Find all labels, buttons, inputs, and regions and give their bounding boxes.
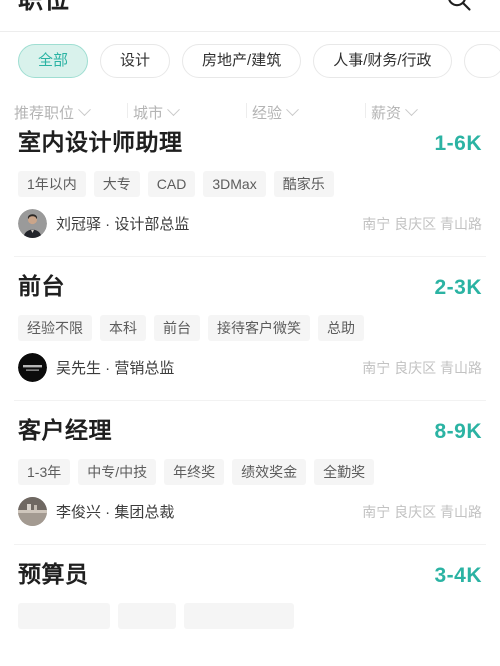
category-chip-all[interactable]: 全部 bbox=[18, 44, 89, 78]
job-tag-row: 经验不限 本科 前台 接待客户微笑 总助 bbox=[18, 315, 482, 341]
filter-label: 城市 bbox=[133, 104, 164, 122]
job-tag: 大专 bbox=[93, 171, 140, 197]
job-salary: 2-3K bbox=[434, 276, 482, 299]
filter-experience[interactable]: 经验 bbox=[246, 102, 371, 122]
filter-recommended-jobs[interactable]: 推荐职位 bbox=[14, 102, 133, 122]
job-location: 南宁 良庆区 青山路 bbox=[362, 503, 482, 520]
job-location: 南宁 良庆区 青山路 bbox=[362, 359, 482, 376]
job-tag: 1-3年 bbox=[18, 459, 71, 485]
job-tag-row bbox=[18, 603, 482, 629]
filter-salary[interactable]: 薪资 bbox=[365, 102, 490, 122]
job-title: 客户经理 bbox=[18, 417, 112, 443]
job-title: 室内设计师助理 bbox=[18, 129, 183, 155]
job-tag: CAD bbox=[147, 171, 196, 197]
category-chip-realestate[interactable]: 房地产/建筑 bbox=[182, 44, 302, 78]
category-chip-hr-finance-admin[interactable]: 人事/财务/行政 bbox=[313, 44, 452, 78]
job-footer: 刘冠驿 · 设计部总监 南宁 良庆区 青山路 bbox=[18, 209, 482, 256]
job-title: 前台 bbox=[18, 273, 65, 299]
job-footer: 李俊兴 · 集团总裁 南宁 良庆区 青山路 bbox=[18, 497, 482, 544]
job-tag: 酷家乐 bbox=[273, 171, 334, 197]
job-tag bbox=[184, 603, 294, 629]
recruiter[interactable]: 刘冠驿 · 设计部总监 bbox=[18, 209, 189, 238]
category-chip-overflow[interactable] bbox=[463, 44, 500, 78]
job-tag: 前台 bbox=[154, 315, 200, 341]
job-tag: 本科 bbox=[100, 315, 146, 341]
navbar: 职位 bbox=[0, 0, 500, 32]
job-salary: 3-4K bbox=[434, 564, 482, 587]
job-header: 客户经理 8-9K bbox=[18, 400, 482, 446]
chevron-down-icon bbox=[167, 102, 180, 116]
job-list-screen: 职位 全部 设计 房地产/建筑 人事/财务/行政 推荐职位 城市 经验 薪资 室… bbox=[0, 0, 500, 666]
job-tag: 经验不限 bbox=[18, 315, 92, 341]
recruiter[interactable]: 李俊兴 · 集团总裁 bbox=[18, 497, 174, 526]
job-footer: 吴先生 · 营销总监 南宁 良庆区 青山路 bbox=[18, 353, 482, 400]
job-tag: 年终奖 bbox=[164, 459, 225, 485]
chevron-down-icon bbox=[286, 102, 299, 116]
filter-row: 推荐职位 城市 经验 薪资 bbox=[0, 91, 500, 133]
filter-label: 经验 bbox=[252, 104, 283, 122]
category-chip-row[interactable]: 全部 设计 房地产/建筑 人事/财务/行政 bbox=[0, 32, 500, 91]
chevron-down-icon bbox=[405, 102, 418, 116]
job-tag bbox=[118, 603, 176, 629]
job-tag-row: 1年以内 大专 CAD 3DMax 酷家乐 bbox=[18, 171, 482, 197]
job-salary: 1-6K bbox=[434, 132, 482, 155]
job-card[interactable]: 客户经理 8-9K 1-3年 中专/中技 年终奖 绩效奖金 全勤奖 李俊兴 · … bbox=[0, 400, 500, 544]
filter-label: 推荐职位 bbox=[14, 104, 75, 122]
job-tag: 总助 bbox=[318, 315, 364, 341]
job-header: 室内设计师助理 1-6K bbox=[18, 128, 482, 158]
job-list: 室内设计师助理 1-6K 1年以内 大专 CAD 3DMax 酷家乐 刘冠驿 ·… bbox=[0, 128, 500, 629]
job-tag bbox=[18, 603, 110, 629]
job-location: 南宁 良庆区 青山路 bbox=[362, 215, 482, 232]
recruiter-name: 李俊兴 · 集团总裁 bbox=[56, 504, 175, 521]
person-photo-avatar bbox=[18, 209, 47, 238]
category-chip-design[interactable]: 设计 bbox=[100, 44, 171, 78]
search-icon[interactable] bbox=[442, 0, 476, 16]
job-card[interactable]: 前台 2-3K 经验不限 本科 前台 接待客户微笑 总助 吴先生 · 营销总监 … bbox=[0, 256, 500, 400]
job-tag: 全勤奖 bbox=[314, 459, 375, 485]
filter-label: 薪资 bbox=[371, 104, 402, 122]
filter-city[interactable]: 城市 bbox=[127, 102, 252, 122]
job-title: 预算员 bbox=[18, 561, 89, 587]
recruiter[interactable]: 吴先生 · 营销总监 bbox=[18, 353, 174, 382]
job-tag-row: 1-3年 中专/中技 年终奖 绩效奖金 全勤奖 bbox=[18, 459, 482, 485]
logo-dark-avatar bbox=[18, 353, 47, 382]
chevron-down-icon bbox=[78, 102, 91, 116]
job-tag: 绩效奖金 bbox=[232, 459, 307, 485]
job-tag: 接待客户微笑 bbox=[208, 315, 310, 341]
job-tag: 中专/中技 bbox=[78, 459, 157, 485]
job-header: 前台 2-3K bbox=[18, 256, 482, 302]
job-salary: 8-9K bbox=[434, 420, 482, 443]
job-card[interactable]: 预算员 3-4K bbox=[0, 544, 500, 629]
interior-photo-avatar bbox=[18, 497, 47, 526]
job-tag: 1年以内 bbox=[18, 171, 86, 197]
job-header: 预算员 3-4K bbox=[18, 544, 482, 590]
job-card[interactable]: 室内设计师助理 1-6K 1年以内 大专 CAD 3DMax 酷家乐 刘冠驿 ·… bbox=[0, 128, 500, 256]
recruiter-name: 吴先生 · 营销总监 bbox=[56, 360, 175, 377]
recruiter-name: 刘冠驿 · 设计部总监 bbox=[56, 216, 190, 233]
page-title: 职位 bbox=[18, 0, 71, 14]
job-tag: 3DMax bbox=[203, 171, 266, 197]
